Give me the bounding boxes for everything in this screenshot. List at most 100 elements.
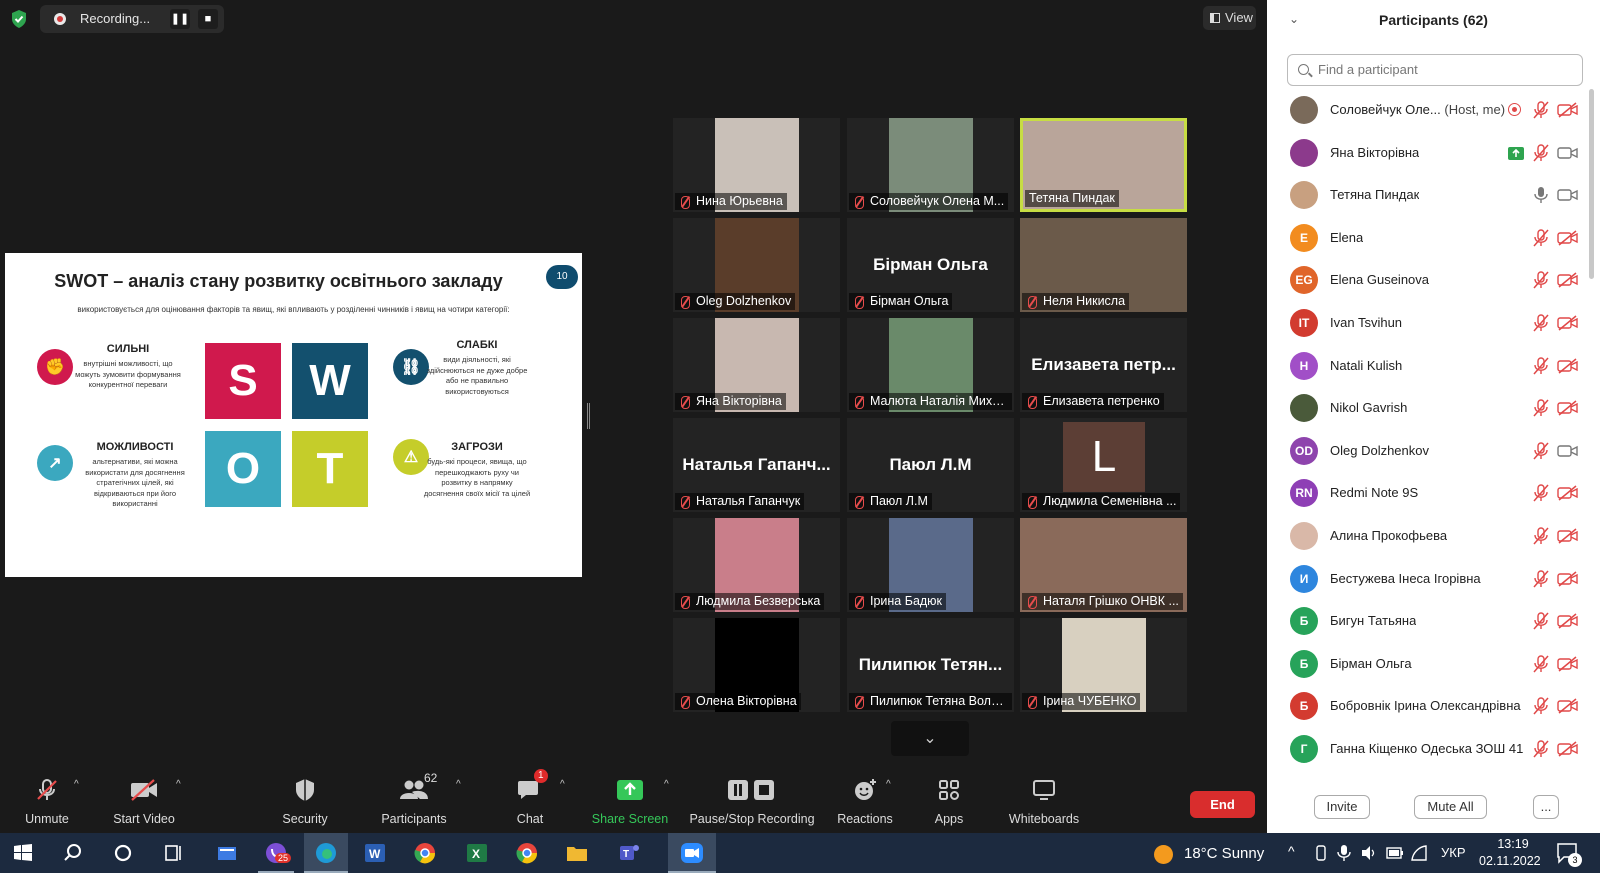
participant-row[interactable]: Тетяна Пиндак <box>1267 174 1600 217</box>
video-tile[interactable]: Ірина Бадюк <box>847 518 1014 612</box>
mic-muted-icon[interactable] <box>1533 697 1549 715</box>
unmute-button[interactable]: Unmute <box>18 775 76 833</box>
video-tile[interactable]: Неля Никисла <box>1020 218 1187 312</box>
pause-stop-recording-button[interactable]: Pause/Stop Recording <box>688 775 816 833</box>
mic-muted-icon[interactable] <box>1533 655 1549 673</box>
mute-all-button[interactable]: Mute All <box>1414 795 1487 819</box>
camera-off-icon[interactable] <box>1557 698 1579 714</box>
video-options-caret[interactable]: ^ <box>176 779 181 790</box>
file-explorer-icon[interactable] <box>562 838 592 868</box>
word-icon[interactable]: W <box>360 838 390 868</box>
viber-taskbar-item[interactable]: 25 <box>258 833 294 873</box>
share-options-caret[interactable]: ^ <box>664 779 669 790</box>
search-taskbar-icon[interactable] <box>58 838 88 868</box>
camera-off-icon[interactable] <box>1557 272 1579 288</box>
camera-off-icon[interactable] <box>1557 102 1579 118</box>
camera-off-icon[interactable] <box>1557 230 1579 246</box>
pause-recording-button[interactable]: ❚❚ <box>170 9 190 29</box>
participant-row[interactable]: H Natali Kulish <box>1267 345 1600 388</box>
participants-options-caret[interactable]: ^ <box>456 779 461 790</box>
camera-off-icon[interactable] <box>1557 570 1579 587</box>
video-tile[interactable]: Паюл Л.М Паюл Л.М <box>847 418 1014 512</box>
camera-off-icon[interactable] <box>1557 400 1579 416</box>
more-options-button[interactable]: ... <box>1533 795 1559 819</box>
windows-start-icon[interactable] <box>8 838 38 868</box>
camera-off-icon[interactable] <box>1557 485 1579 501</box>
participants-button[interactable]: 62 Participants <box>372 771 456 833</box>
video-tile[interactable]: Тетяна Пиндак <box>1020 118 1187 212</box>
encryption-shield-icon[interactable] <box>9 9 29 29</box>
chat-options-caret[interactable]: ^ <box>560 779 565 790</box>
video-tile[interactable]: Пилипюк Тетян... Пилипюк Тетяна Воло... <box>847 618 1014 712</box>
phone-link-icon[interactable] <box>1313 845 1329 861</box>
scanner-app-icon[interactable] <box>212 838 242 868</box>
reactions-options-caret[interactable]: ^ <box>886 779 891 790</box>
apps-button[interactable]: Apps <box>926 775 972 833</box>
mic-muted-icon[interactable] <box>1533 569 1549 588</box>
mic-muted-icon[interactable] <box>1533 527 1549 545</box>
stop-recording-button[interactable]: ■ <box>198 9 218 29</box>
chrome-icon[interactable] <box>410 838 440 868</box>
share-screen-button[interactable]: Share Screen <box>588 775 672 833</box>
participant-row[interactable]: Nikol Gavrish <box>1267 387 1600 430</box>
mic-on-icon[interactable] <box>1533 186 1549 204</box>
chat-button[interactable]: 1 Chat <box>504 769 556 833</box>
participant-row[interactable]: Б Бірман Ольга <box>1267 643 1600 686</box>
camera-off-icon[interactable] <box>1557 528 1579 544</box>
participant-row[interactable]: Яна Вікторівна <box>1267 132 1600 175</box>
zoom-taskbar-item[interactable] <box>668 833 716 873</box>
mic-muted-icon[interactable] <box>1533 442 1549 460</box>
mic-muted-icon[interactable] <box>1533 740 1549 758</box>
participant-row[interactable]: Соловейчук Оле... (Host, me) <box>1267 89 1600 132</box>
camera-on-icon[interactable] <box>1557 443 1579 459</box>
video-tile[interactable]: Соловейчук Олена М... <box>847 118 1014 212</box>
camera-on-icon[interactable] <box>1557 187 1579 203</box>
start-video-button[interactable]: Start Video <box>106 775 182 833</box>
mic-muted-icon[interactable] <box>1533 143 1549 162</box>
volume-icon[interactable] <box>1360 844 1378 862</box>
whiteboards-button[interactable]: Whiteboards <box>1002 775 1086 833</box>
excel-icon[interactable]: X <box>462 838 492 868</box>
mic-muted-icon[interactable] <box>1533 399 1549 417</box>
end-meeting-button[interactable]: End <box>1190 791 1255 818</box>
split-view-handle[interactable] <box>587 403 590 429</box>
weather-text[interactable]: 18°C Sunny <box>1184 845 1264 862</box>
video-tile[interactable]: Людмила Безверська <box>673 518 840 612</box>
participant-row[interactable]: И Бестужева Інеса Ігорівна <box>1267 558 1600 601</box>
video-tile[interactable]: Наталя Грішко ОНВК ... <box>1020 518 1187 612</box>
camera-off-icon[interactable] <box>1557 357 1579 374</box>
audio-options-caret[interactable]: ^ <box>74 779 79 790</box>
video-tile[interactable]: Малюта Наталія Миха... <box>847 318 1014 412</box>
clock-time[interactable]: 13:19 <box>1489 837 1537 851</box>
video-tile[interactable]: Нина Юрьевна <box>673 118 840 212</box>
edge-taskbar-item[interactable] <box>304 833 348 873</box>
invite-button[interactable]: Invite <box>1314 795 1370 819</box>
video-tile[interactable]: Яна Вікторівна <box>673 318 840 412</box>
participant-row[interactable]: Б Бобровнік Ірина Олександрівна <box>1267 685 1600 728</box>
video-tile[interactable]: Елизавета петр... Елизавета петренко <box>1020 318 1187 412</box>
participant-row[interactable]: Г Ганна Кіщенко Одеська ЗОШ 41 <box>1267 728 1600 771</box>
camera-off-icon[interactable] <box>1557 613 1579 629</box>
teams-icon[interactable]: T <box>614 838 644 868</box>
participant-row[interactable]: E Elena <box>1267 217 1600 260</box>
mic-muted-icon[interactable] <box>1533 356 1549 375</box>
camera-off-icon[interactable] <box>1557 315 1579 331</box>
microphone-tray-icon[interactable] <box>1336 844 1352 862</box>
tray-chevron-icon[interactable]: ^ <box>1288 843 1295 859</box>
view-button[interactable]: View <box>1203 6 1256 30</box>
chrome-profile-icon[interactable] <box>512 838 542 868</box>
clock-date[interactable]: 02.11.2022 <box>1479 854 1541 868</box>
scroll-gallery-down-button[interactable]: ⌄ <box>891 721 969 756</box>
video-tile[interactable]: L Людмила Семенівна ... <box>1020 418 1187 512</box>
input-language[interactable]: УКР <box>1441 845 1466 860</box>
video-tile[interactable]: Бірман Ольга Бірман Ольга <box>847 218 1014 312</box>
participant-row[interactable]: Алина Прокофьева <box>1267 515 1600 558</box>
mic-muted-icon[interactable] <box>1533 314 1549 332</box>
cortana-icon[interactable] <box>108 838 138 868</box>
participant-row[interactable]: RN Redmi Note 9S <box>1267 472 1600 515</box>
mic-muted-icon[interactable] <box>1533 101 1549 119</box>
mic-muted-icon[interactable] <box>1533 229 1549 247</box>
participant-row[interactable]: OD Oleg Dolzhenkov <box>1267 430 1600 473</box>
camera-off-icon[interactable] <box>1557 741 1579 757</box>
video-tile[interactable]: Олена Вікторівна <box>673 618 840 712</box>
